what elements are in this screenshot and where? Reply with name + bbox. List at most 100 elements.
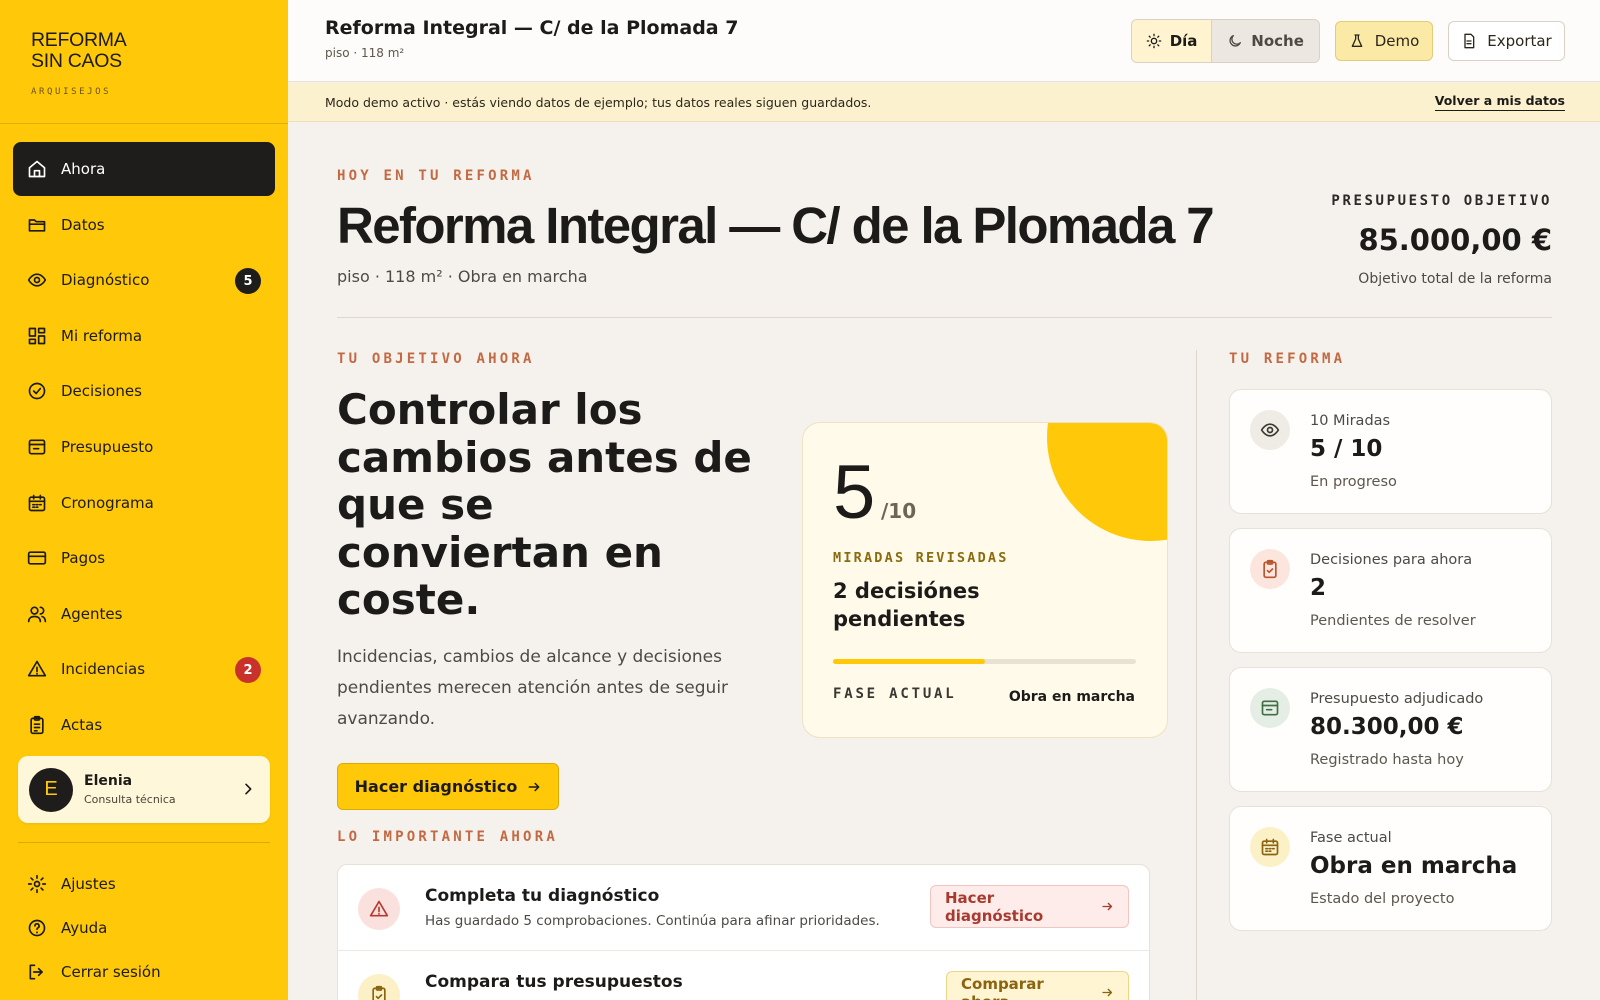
eye-icon	[27, 270, 47, 290]
presupuesto-card[interactable]: Presupuesto adjudicado 80.300,00 € Regis…	[1229, 667, 1552, 792]
sidebar-footer-nav: Ajustes Ayuda Cerrar sesión	[27, 862, 161, 994]
flask-icon	[1351, 34, 1363, 47]
export-label: Exportar	[1487, 32, 1552, 50]
card-value: 2	[1310, 575, 1327, 601]
sidebar-item-cerrar-sesion[interactable]: Cerrar sesión	[27, 950, 161, 994]
sidebar-item-label: Ajustes	[61, 875, 116, 893]
export-button[interactable]: Exportar	[1448, 21, 1565, 61]
sidebar-item-ajustes[interactable]: Ajustes	[27, 862, 161, 906]
list-item: Compara tus presupuestos Comparar ahora	[338, 951, 1149, 1000]
sidebar-item-actas[interactable]: Actas	[13, 698, 275, 752]
brand-line-2: SIN CAOS	[31, 50, 122, 72]
budget-value: 85.000,00 €	[1358, 223, 1552, 257]
list-item: Completa tu diagnóstico Has guardado 5 c…	[338, 865, 1149, 951]
warning-icon	[27, 659, 47, 679]
back-to-my-data-link[interactable]: Volver a mis datos	[1434, 93, 1565, 111]
page-title: Reforma Integral — C/ de la Plomada 7	[337, 197, 1215, 254]
clipboard-icon	[27, 715, 47, 735]
reforma-eyebrow: TU REFORMA	[1229, 351, 1346, 367]
card-note: Pendientes de resolver	[1310, 613, 1476, 629]
check-circle-icon	[27, 381, 47, 401]
help-icon	[27, 918, 47, 938]
sidebar-item-ayuda[interactable]: Ayuda	[27, 906, 161, 950]
sidebar-item-label: Ahora	[61, 160, 106, 178]
demo-banner-text: Modo demo activo · estás viendo datos de…	[325, 95, 872, 110]
decisiones-card[interactable]: Decisiones para ahora 2 Pendientes de re…	[1229, 528, 1552, 653]
sun-icon	[1146, 33, 1162, 49]
goal-description: Incidencias, cambios de alcance y decisi…	[337, 647, 729, 729]
diagnostico-count-badge: 5	[235, 268, 261, 295]
sidebar-item-ahora[interactable]: Ahora	[13, 142, 275, 196]
chevron-right-icon	[245, 783, 252, 795]
night-mode-button[interactable]: Noche	[1212, 20, 1319, 62]
sidebar-item-label: Datos	[61, 215, 105, 234]
project-title: Reforma Integral — C/ de la Plomada 7	[325, 17, 739, 39]
hero-eyebrow: HOY EN TU REFORMA	[337, 168, 535, 184]
avatar: E	[29, 767, 73, 812]
list-item-title: Compara tus presupuestos	[425, 972, 683, 992]
sidebar-item-mi-reforma[interactable]: Mi reforma	[13, 309, 275, 363]
sidebar-item-label: Cerrar sesión	[61, 963, 161, 981]
sidebar-item-diagnostico[interactable]: Diagnóstico 5	[13, 253, 275, 307]
important-list: Completa tu diagnóstico Has guardado 5 c…	[337, 864, 1150, 1000]
progress-number: 5	[833, 450, 876, 535]
progress-card: 5 /10 MIRADAS REVISADAS 2 decisiónes pen…	[802, 422, 1168, 738]
sidebar-item-label: Cronograma	[61, 493, 154, 512]
budget-note: Objetivo total de la reforma	[1358, 271, 1552, 287]
logout-icon	[27, 962, 47, 982]
card-note: En progreso	[1310, 474, 1397, 490]
wallet-icon	[27, 437, 47, 457]
list-item-description: Has guardado 5 comprobaciones. Continúa …	[425, 913, 880, 929]
sidebar-item-label: Mi reforma	[61, 326, 143, 345]
demo-button[interactable]: Demo	[1335, 21, 1433, 61]
decorative-circle	[1047, 423, 1167, 541]
grid-icon	[27, 326, 47, 346]
profile-role: Consulta técnica	[84, 793, 176, 806]
sidebar-item-datos[interactable]: Datos	[13, 198, 275, 252]
sidebar-item-label: Pagos	[61, 549, 106, 568]
column-divider	[1196, 350, 1197, 1000]
card-label: Fase actual	[1310, 830, 1392, 846]
card-note: Registrado hasta hoy	[1310, 752, 1464, 768]
sidebar-item-agentes[interactable]: Agentes	[13, 587, 275, 641]
arrow-right-icon	[1102, 988, 1113, 997]
section-divider	[337, 317, 1552, 318]
phase-label: FASE ACTUAL	[833, 686, 957, 702]
sidebar-item-presupuesto[interactable]: Presupuesto	[13, 420, 275, 474]
brand-logo[interactable]: REFORMA SIN CAOS ARQUISEJOS	[31, 30, 127, 98]
sidebar-item-decisiones[interactable]: Decisiones	[13, 364, 275, 418]
wallet-icon	[1250, 688, 1290, 728]
warning-icon	[358, 888, 400, 930]
arrow-right-icon	[528, 782, 540, 791]
sidebar-item-label: Incidencias	[61, 660, 146, 679]
sidebar-item-cronograma[interactable]: Cronograma	[13, 476, 275, 530]
miradas-card[interactable]: 10 Miradas 5 / 10 En progreso	[1229, 389, 1552, 514]
progress-label: MIRADAS REVISADAS	[833, 550, 1009, 566]
compare-action-button[interactable]: Comparar ahora	[946, 971, 1129, 1000]
diagnosis-action-button[interactable]: Hacer diagnóstico	[930, 885, 1129, 928]
night-mode-label: Noche	[1251, 32, 1304, 50]
goal-eyebrow: TU OBJETIVO AHORA	[337, 351, 535, 367]
profile-card[interactable]: E Elenia Consulta técnica	[18, 756, 270, 823]
sidebar-nav: Ahora Datos Diagnóstico 5 Mi reforma Dec…	[13, 142, 275, 754]
sidebar-item-pagos[interactable]: Pagos	[13, 531, 275, 585]
card-label: Presupuesto adjudicado	[1310, 691, 1484, 707]
day-mode-button[interactable]: Día	[1132, 20, 1213, 62]
clipboard-check-icon	[1250, 549, 1290, 589]
list-item-title: Completa tu diagnóstico	[425, 886, 660, 906]
profile-name: Elenia	[84, 773, 133, 789]
brand-subtitle: ARQUISEJOS	[31, 87, 112, 97]
calendar-icon	[27, 493, 47, 513]
start-diagnosis-button[interactable]: Hacer diagnóstico	[337, 763, 559, 810]
moon-icon	[1229, 35, 1242, 47]
page-subtitle: piso · 118 m² · Obra en marcha	[337, 267, 588, 286]
card-value: Obra en marcha	[1310, 853, 1518, 879]
eye-icon	[1250, 410, 1290, 450]
topbar: Reforma Integral — C/ de la Plomada 7 pi…	[288, 0, 1600, 82]
cta-label: Hacer diagnóstico	[354, 777, 518, 796]
gear-icon	[27, 874, 47, 894]
sidebar-item-incidencias[interactable]: Incidencias 2	[13, 642, 275, 696]
fase-card[interactable]: Fase actual Obra en marcha Estado del pr…	[1229, 806, 1552, 931]
progress-bar	[833, 659, 1136, 664]
project-subtitle: piso · 118 m²	[325, 46, 405, 60]
